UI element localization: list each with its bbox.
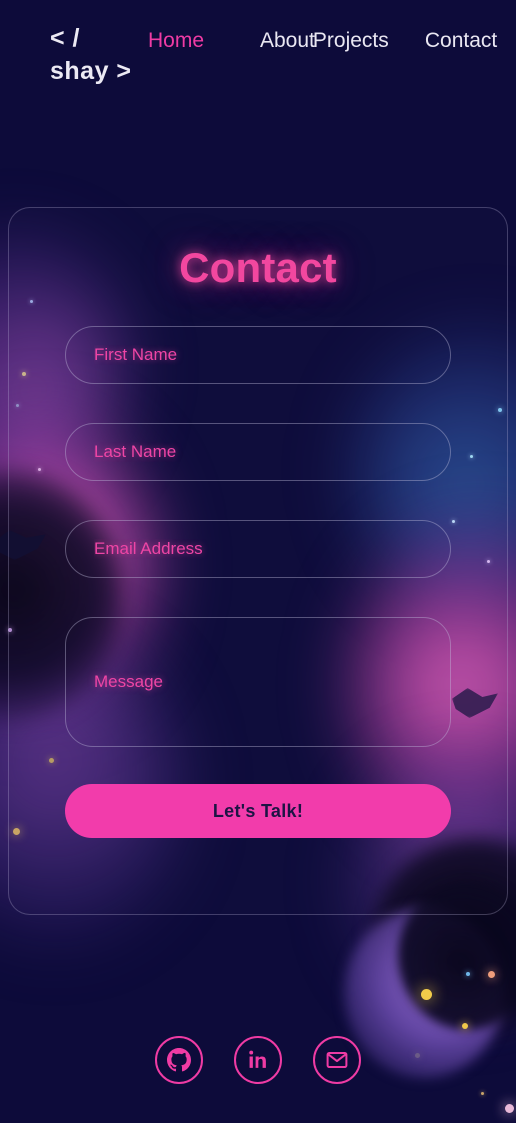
- nav-link-about[interactable]: About: [260, 29, 315, 52]
- site-header: < / shay > Home About Projects Contact: [0, 0, 516, 130]
- star-dot: [481, 1092, 484, 1095]
- nav-item-about-wrap: About: [260, 26, 315, 57]
- social-link-linkedin[interactable]: [234, 1036, 282, 1084]
- linkedin-icon: [247, 1049, 269, 1071]
- contact-form: Let's Talk!: [65, 326, 451, 838]
- first-name-input[interactable]: [65, 326, 451, 384]
- nav-item-projects-wrap: Projects: [313, 26, 425, 57]
- nav-link-contact[interactable]: Contact: [425, 29, 497, 52]
- email-icon: [325, 1048, 349, 1072]
- submit-button[interactable]: Let's Talk!: [65, 784, 451, 838]
- logo-line-1: < /: [50, 24, 80, 52]
- nav-item-contact-wrap: Contact: [425, 26, 497, 57]
- logo-line-2: shay >: [50, 57, 132, 85]
- github-icon: [167, 1048, 191, 1072]
- main-navigation: Home About Projects Contact: [146, 22, 498, 57]
- contact-title: Contact: [179, 244, 337, 291]
- social-link-github[interactable]: [155, 1036, 203, 1084]
- last-name-input[interactable]: [65, 423, 451, 481]
- social-links: [0, 1036, 516, 1084]
- nav-link-home[interactable]: Home: [148, 29, 204, 52]
- nav-item-home-wrap: Home: [148, 26, 260, 57]
- email-address-input[interactable]: [65, 520, 451, 578]
- nav-link-projects[interactable]: Projects: [313, 29, 389, 52]
- message-textarea[interactable]: [65, 617, 451, 747]
- social-link-email[interactable]: [313, 1036, 361, 1084]
- star-dot: [505, 1104, 514, 1113]
- site-logo[interactable]: < / shay >: [50, 22, 146, 88]
- contact-card: Contact Let's Talk!: [8, 207, 508, 915]
